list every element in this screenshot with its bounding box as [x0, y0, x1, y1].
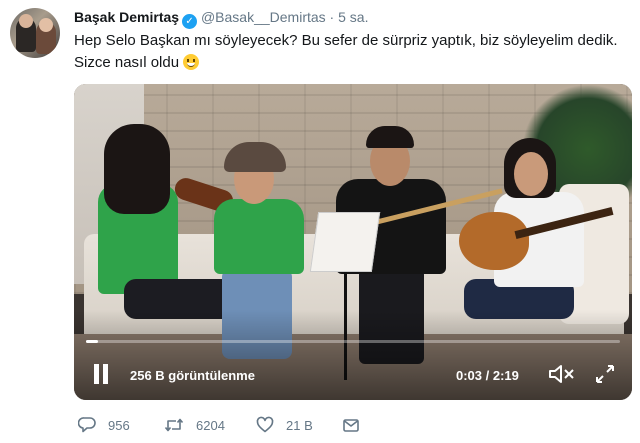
envelope-icon	[343, 419, 359, 432]
fullscreen-icon[interactable]	[594, 363, 616, 385]
guitar	[459, 212, 529, 270]
view-count: 256 B görüntülenme	[130, 368, 255, 383]
author-name[interactable]: Başak Demirtaş	[74, 9, 179, 25]
like-button[interactable]: 21 B	[256, 414, 313, 436]
tweet-actions: 956 6204 21 B	[74, 414, 474, 436]
video-controls: 256 B görüntülenme 0:03 / 2:19	[74, 354, 632, 394]
retweet-count: 6204	[196, 417, 225, 433]
retweet-icon	[164, 418, 184, 432]
author-avatar[interactable]	[10, 8, 60, 58]
pause-icon[interactable]	[92, 364, 110, 384]
guitarist-face	[514, 152, 548, 196]
grinning-emoji-icon	[183, 54, 200, 70]
tweet-header: Başak Demirtaş ✓ @Basak__Demirtas · 5 sa.	[74, 8, 368, 29]
verified-badge-icon: ✓	[182, 14, 198, 29]
heart-icon	[256, 416, 274, 433]
tweet-timestamp[interactable]: 5 sa.	[338, 9, 368, 25]
woman-body	[214, 199, 304, 274]
header-separator: ·	[329, 9, 335, 25]
video-player[interactable]: 256 B görüntülenme 0:03 / 2:19	[74, 84, 632, 400]
video-progress-bar[interactable]	[86, 340, 620, 343]
music-stand-sheet	[309, 212, 381, 272]
avatar-person-2-head	[39, 18, 53, 32]
tweet-text-body: Hep Selo Başkan mı söyleyecek? Bu sefer …	[74, 32, 618, 71]
avatar-person-1-head	[19, 14, 33, 28]
reply-icon	[78, 417, 96, 433]
direct-message-button[interactable]	[342, 414, 372, 436]
video-timecode: 0:03 / 2:19	[456, 368, 519, 383]
tweet-card: Başak Demirtaş ✓ @Basak__Demirtas · 5 sa.…	[0, 0, 640, 443]
tweet-text: Hep Selo Başkan mı söyleyecek? Bu sefer …	[74, 30, 630, 74]
violinist-hair	[104, 124, 170, 214]
man-hair	[366, 126, 414, 148]
speaker-muted-icon[interactable]	[548, 363, 576, 385]
reply-button[interactable]: 956	[78, 414, 130, 436]
like-count: 21 B	[286, 417, 313, 433]
reply-count: 956	[108, 417, 130, 433]
video-progress-fill	[86, 340, 99, 343]
author-handle[interactable]: @Basak__Demirtas	[201, 9, 326, 25]
retweet-button[interactable]: 6204	[164, 414, 225, 436]
